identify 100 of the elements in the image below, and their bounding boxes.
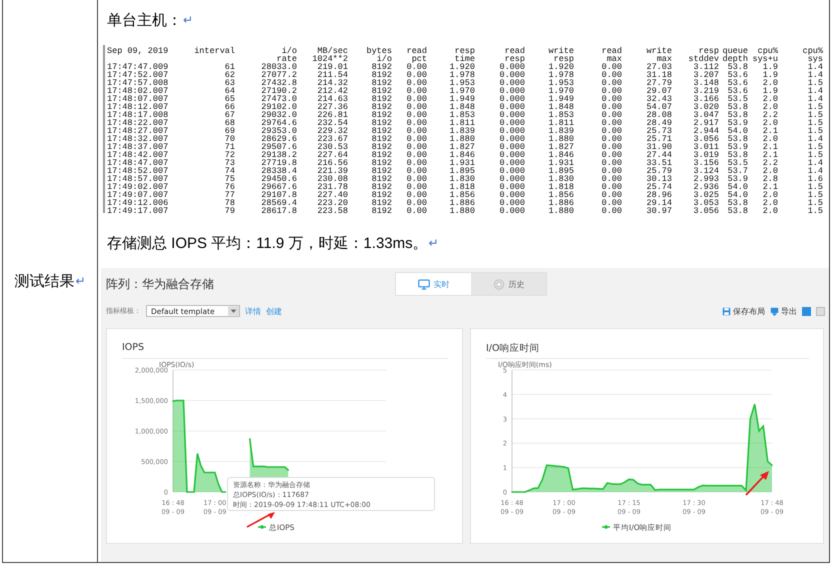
view-tab[interactable]: 实时 [396,273,471,295]
terminal-cell-text: 72 [224,151,235,159]
terminal-cell-text: 0.000 [498,199,525,207]
terminal-cell-text: 17:48:22.007 [107,119,170,127]
terminal-cell-text: 1.5 [806,199,823,207]
terminal-cell-text: 0.00 [406,183,427,191]
terminal-cell-text: 0.00 [406,127,427,135]
view-tab[interactable]: 历史 [471,273,546,295]
terminal-cell-text: 29.07 [645,87,672,95]
terminal-cell-text: 2.944 [692,127,719,135]
terminal-cell-text: 1.5 [806,103,823,111]
terminal-cell-text: 1.818 [547,183,574,191]
terminal-cell-text: 1.5 [806,119,823,127]
terminal-cell-text: 0.000 [498,191,525,199]
paragraph-mark: ↵ [183,13,193,27]
terminal-cell-text: 29107.8 [260,191,297,199]
terminal-cell-text: 3.056 [692,135,719,143]
terminal-cell-text: 0.00 [600,159,622,167]
terminal-cell-text: 76 [224,183,235,191]
layout-toggle[interactable] [816,306,825,316]
terminal-cell-text: 2.0 [762,135,778,143]
terminal-cell-text: 3.148 [692,79,719,87]
terminal-cell-text: 29102.0 [260,103,297,111]
terminal-cell-text: 3.019 [692,151,719,159]
terminal-cell-text: 78 [224,199,235,207]
terminal-cell-text: 0.00 [406,167,427,175]
terminal-cell-text: 53.9 [726,119,748,127]
terminal-cell-text: 53.8 [726,103,748,111]
terminal-cell-text: 1.811 [448,119,475,127]
terminal-cell-text: 1.920 [547,63,574,71]
terminal-cell-text: 8192 [370,87,392,95]
terminal-cell-text: 29450.6 [260,175,297,183]
terminal-cell-text: 2.0 [762,191,778,199]
terminal-cell-text: 27190.2 [260,87,297,95]
layout-toggle[interactable] [802,306,811,316]
terminal-cell-text: 53.9 [726,143,748,151]
terminal-cell-text: 0.00 [600,199,622,207]
terminal-cell-text: 0.000 [498,63,525,71]
terminal-cell-text: 0.00 [406,87,427,95]
terminal-cell-text: 1.978 [547,71,574,79]
export-button[interactable]: 导出 [770,306,797,316]
chart-title: IOPS [121,341,146,355]
terminal-cell-text: 1.827 [448,143,475,151]
terminal-cell-text: 61 [224,63,235,71]
terminal-cell-text: 1.886 [448,199,475,207]
terminal-cell-text: 33.51 [645,159,672,167]
terminal-cell-text: 53.6 [726,79,748,87]
terminal-cell-text: 28.08 [645,111,672,119]
heading-text: 单台主机： [107,10,182,30]
terminal-cell-text: 1.880 [547,135,574,143]
terminal-cell-text: 0.00 [406,151,427,159]
terminal-cell-text: 230.53 [316,143,348,151]
terminal-cell-text: 1.978 [448,71,475,79]
terminal-cell-text: 2.0 [762,119,778,127]
terminal-cell-text: 8192 [370,63,392,71]
terminal-cell-text: 1.846 [448,151,475,159]
terminal-cell-text: 0.00 [600,151,622,159]
terminal-cell-text: 1.4 [806,63,823,71]
legend-line-icon [258,525,266,529]
terminal-cell-text: 29138.2 [260,151,297,159]
terminal-cell-text: 54.0 [726,183,748,191]
terminal-cell-text: 0.00 [406,71,427,79]
terminal-cell-text: 0.00 [600,95,622,103]
terminal-cell-text: 8192 [370,159,392,167]
terminal-cell-text: 27473.0 [260,95,297,103]
column-header: write resp [547,47,574,63]
terminal-cell-text: 0.00 [406,119,427,127]
terminal-cell-text: 1.856 [547,191,574,199]
terminal-cell-text: 1.931 [448,159,475,167]
pointer-arrow [745,471,769,496]
terminal-cell-text: 25.73 [645,127,672,135]
terminal-cell-text: 28338.4 [260,167,297,175]
terminal-cell-text: 2.0 [762,95,778,103]
paragraph-mark: ↵ [76,274,86,288]
terminal-cell-text: 8192 [370,151,392,159]
terminal-cell-text: 0.00 [600,127,622,135]
terminal-cell-text: 0.00 [406,103,427,111]
terminal-cell-text: 1.846 [547,151,574,159]
terminal-cell-text: 0.000 [498,127,525,135]
terminal-cell-text: 27432.8 [260,79,297,87]
terminal-cell-text: 2.0 [762,103,778,111]
terminal-cell-text: 17:49:02.007 [107,183,170,191]
terminal-cell-text: 1.5 [806,143,823,151]
terminal-cell-text: 25.79 [645,167,672,175]
terminal-cell-text: 1.830 [547,175,574,183]
save-layout-button[interactable]: 保存布局 [722,306,765,316]
legend-line-icon [602,525,610,529]
array-title: 阵列：华为融合存储 [105,276,215,292]
terminal-cell-text: 75 [224,175,235,183]
terminal-cell-text: 53.5 [726,95,748,103]
terminal-cell-text: 17:47:52.007 [107,71,170,79]
terminal-cell-text: 3.047 [692,111,719,119]
terminal-cell-text: 17:48:02.007 [107,87,170,95]
terminal-cell-text: 1.4 [806,87,823,95]
terminal-cell-text: 227.40 [316,191,348,199]
terminal-cell-text: 1.895 [547,167,574,175]
terminal-cell-text: 29764.6 [260,119,297,127]
terminal-cell-text: 221.39 [316,167,348,175]
terminal-cell-text: 0.00 [406,175,427,183]
column-header: read resp [504,47,525,63]
